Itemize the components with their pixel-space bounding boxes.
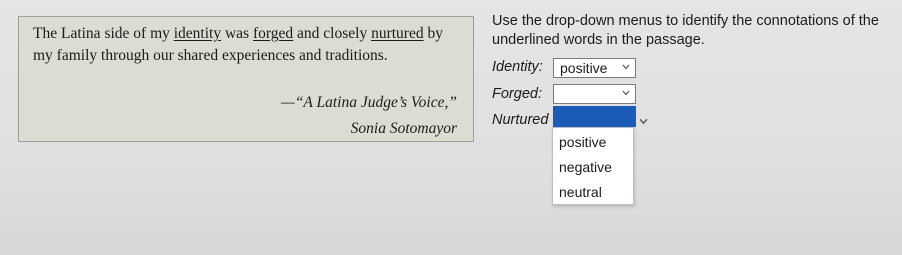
nurtured-select[interactable] [553, 106, 636, 127]
chevron-down-icon [622, 90, 630, 96]
identity-select[interactable]: positive [553, 58, 636, 78]
dropdown-option-neutral[interactable]: neutral [559, 184, 602, 200]
passage-text-part-1: The Latina side of my [33, 25, 174, 42]
dropdown-option-positive[interactable]: positive [559, 134, 606, 150]
passage-box: The Latina side of my identity was forge… [18, 16, 474, 142]
forged-select[interactable] [553, 84, 636, 104]
attribution-title: —“A Latina Judge’s Voice,” [281, 94, 457, 111]
passage-text-part-2: was [221, 25, 253, 42]
identity-label: Identity: [492, 59, 543, 75]
dropdown-option-negative[interactable]: negative [559, 159, 612, 175]
instructions-text: Use the drop-down menus to identify the … [492, 13, 879, 48]
attribution-author: Sonia Sotomayor [350, 120, 457, 137]
underlined-word-forged: forged [252, 25, 294, 42]
chevron-down-icon [622, 64, 630, 70]
chevron-down-icon [639, 118, 648, 125]
passage-text-part-3: and closely [293, 25, 372, 42]
forged-label: Forged: [492, 86, 542, 102]
nurtured-dropdown-list: positive negative neutral [552, 127, 634, 205]
underlined-word-identity: identity [173, 25, 222, 42]
passage-text: The Latina side of my identity was forge… [33, 23, 463, 67]
nurtured-label: Nurtured [492, 112, 549, 128]
underlined-word-nurtured: nurtured [371, 25, 424, 42]
identity-select-value: positive [560, 60, 608, 76]
